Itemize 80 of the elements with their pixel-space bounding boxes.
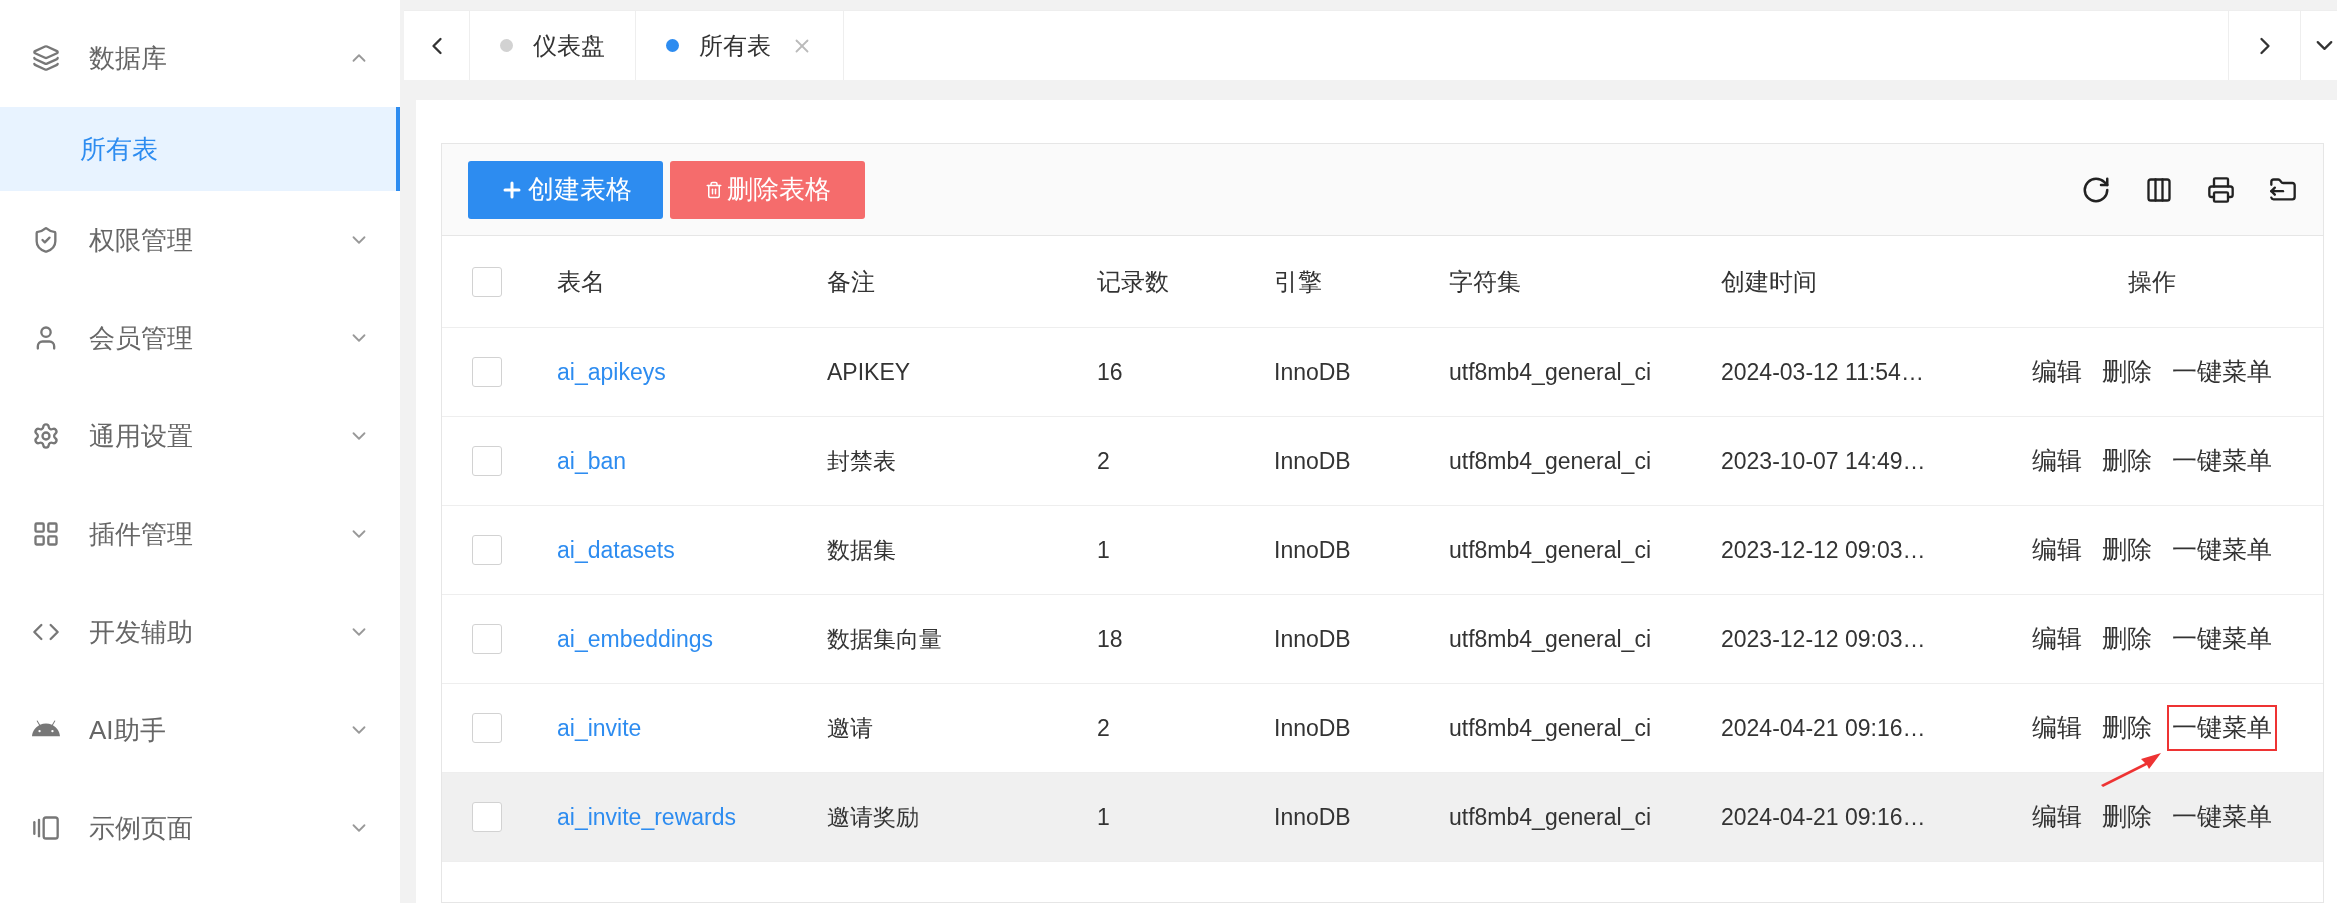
column-header: 字符集 [1448,266,1522,297]
pointer-arrow [2099,751,2163,788]
sidebar-item[interactable]: 开发辅助 [0,583,400,681]
table-cell-text: utf8mb4_general_ci [1448,624,1653,654]
layers-icon [32,44,60,72]
checkbox[interactable] [472,535,502,565]
print-icon[interactable] [2207,175,2235,204]
table-cell-text: 2023-12-12 09:03… [1720,535,1927,565]
table-cell-text: 2023-10-07 14:49… [1720,446,1927,476]
table-cell-text: 2024-03-12 11:54… [1720,357,1925,387]
settings-icon [32,422,60,450]
action-link[interactable]: 删除 [2097,349,2157,395]
sidebar-item[interactable]: 会员管理 [0,289,400,387]
action-link[interactable]: 删除 [2097,794,2157,840]
table-cell-text: 2 [1096,446,1111,476]
column-header: 备注 [826,266,876,297]
table-cell-text: utf8mb4_general_ci [1448,713,1653,743]
action-link[interactable]: 编辑 [2027,349,2087,395]
action-link[interactable]: 编辑 [2027,616,2087,662]
table-cell-text: InnoDB [1273,535,1352,565]
action-link[interactable]: 一键菜单 [2167,527,2277,573]
checkbox[interactable] [472,446,502,476]
table-cell-text: utf8mb4_general_ci [1448,357,1653,387]
table-cell-text: InnoDB [1273,802,1352,832]
table-cell-text: 1 [1096,802,1111,832]
table-cell-text: 邀请 [826,713,874,743]
table-cell-text: APIKEY [826,357,912,387]
sidebar-item[interactable]: 通用设置 [0,387,400,485]
action-link[interactable]: 编辑 [2027,527,2087,573]
table-cell-text: 数据集向量 [826,624,943,654]
table-cell-text: 数据集 [826,535,897,565]
table-cell-text: 邀请奖励 [826,802,920,832]
action-link[interactable]: 删除 [2097,705,2157,751]
cards-icon [32,814,60,842]
columns-icon[interactable] [2145,175,2173,204]
action-link[interactable]: 删除 [2097,527,2157,573]
sidebar-item[interactable]: AI助手 [0,681,400,779]
action-link[interactable]: 编辑 [2027,794,2087,840]
action-link[interactable]: 删除 [2097,438,2157,484]
action-link[interactable]: 一键菜单 [2167,349,2277,395]
column-header: 操作 [2127,266,2177,297]
table-cell-text: utf8mb4_general_ci [1448,535,1653,565]
table-cell-text: InnoDB [1273,446,1352,476]
checkbox[interactable] [472,713,502,743]
tab[interactable]: 所有表 [636,11,844,80]
table-cell-text: InnoDB [1273,624,1352,654]
sidebar-item[interactable]: 插件管理 [0,485,400,583]
table-cell-text: InnoDB [1273,357,1352,387]
column-header: 引擎 [1273,266,1323,297]
table-cell-text: 封禁表 [826,446,897,476]
sidebar-item[interactable]: 权限管理 [0,191,400,289]
action-link[interactable]: 一键菜单 [2167,616,2277,662]
action-link[interactable]: 编辑 [2027,705,2087,751]
checkbox[interactable] [472,357,502,387]
column-header: 表名 [556,266,606,297]
trash-icon [704,180,723,199]
checkbox[interactable] [472,624,502,654]
tab[interactable]: 仪表盘 [470,11,636,80]
action-link[interactable]: 一键菜单 [2167,438,2277,484]
table-cell-text: utf8mb4_general_ci [1448,802,1653,832]
column-header: 创建时间 [1720,266,1818,297]
action-link[interactable]: 一键菜单 [2167,794,2277,840]
table-cell-text: 2023-12-12 09:03… [1720,624,1927,654]
table-cell-text: 2024-04-21 09:16… [1720,802,1927,832]
table-cell-text: utf8mb4_general_ci [1448,446,1653,476]
action-link[interactable]: 编辑 [2027,438,2087,484]
checkbox[interactable] [472,802,502,832]
action-link[interactable]: 删除 [2097,616,2157,662]
grid-icon [32,520,60,548]
table-cell-text: 2 [1096,713,1111,743]
table-cell-text: 16 [1096,357,1124,387]
checkbox[interactable] [472,266,502,297]
table-cell-text: 2024-04-21 09:16… [1720,713,1927,743]
column-header: 记录数 [1096,266,1170,297]
sidebar-item[interactable]: 数据库 [0,9,400,107]
table-cell-text: InnoDB [1273,713,1352,743]
sidebar-item[interactable]: 示例页面 [0,779,400,877]
table-cell-text: 18 [1096,624,1124,654]
export-icon[interactable] [2269,175,2297,204]
table-cell-text: 1 [1096,535,1111,565]
